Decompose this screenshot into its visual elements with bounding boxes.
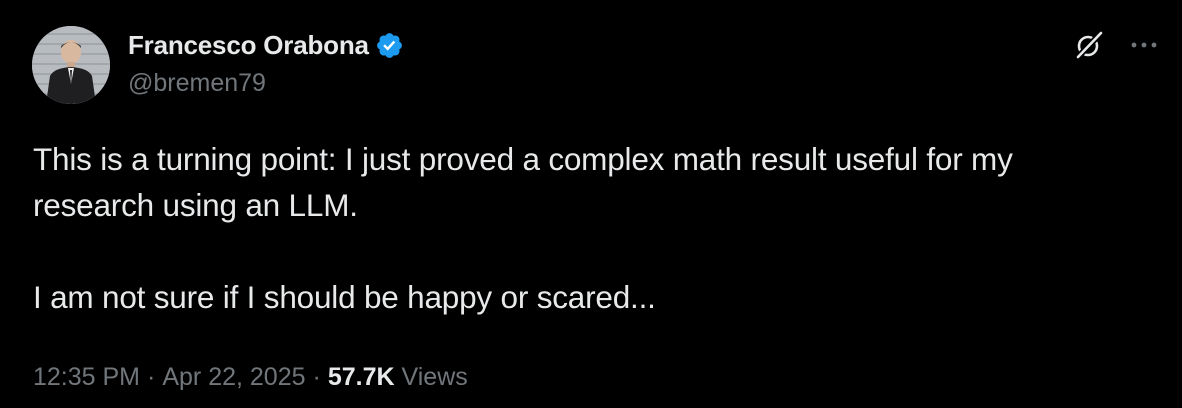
- grok-button[interactable]: [1070, 26, 1108, 64]
- tweet-text: This is a turning point: I just proved a…: [33, 136, 1153, 320]
- more-icon: [1131, 42, 1157, 48]
- more-button[interactable]: [1124, 26, 1164, 64]
- separator: ·: [147, 363, 156, 391]
- tweet-date[interactable]: Apr 22, 2025: [162, 363, 305, 391]
- separator: ·: [312, 363, 321, 391]
- views-count[interactable]: 57.7K: [328, 363, 395, 391]
- tweet-text-line: I am not sure if I should be happy or sc…: [33, 279, 656, 315]
- tweet-time[interactable]: 12:35 PM: [33, 363, 140, 391]
- paragraph-break: [33, 228, 1153, 274]
- avatar[interactable]: [32, 26, 110, 104]
- tweet-card: Francesco Orabona @bremen79 This is a tu…: [0, 0, 1182, 408]
- views-label[interactable]: Views: [402, 363, 468, 391]
- avatar-photo: [32, 26, 110, 104]
- grok-icon: [1076, 31, 1103, 59]
- name-row: Francesco Orabona: [128, 28, 404, 62]
- display-name[interactable]: Francesco Orabona: [128, 30, 369, 61]
- verified-badge-icon: [375, 31, 404, 60]
- tweet-meta: 12:35 PM · Apr 22, 2025 · 57.7K Views: [33, 363, 468, 392]
- author-info: Francesco Orabona @bremen79: [128, 28, 404, 98]
- tweet-text-line: This is a turning point: I just proved a…: [33, 141, 1013, 177]
- tweet-text-line: research using an LLM.: [33, 187, 358, 223]
- handle[interactable]: @bremen79: [128, 69, 404, 98]
